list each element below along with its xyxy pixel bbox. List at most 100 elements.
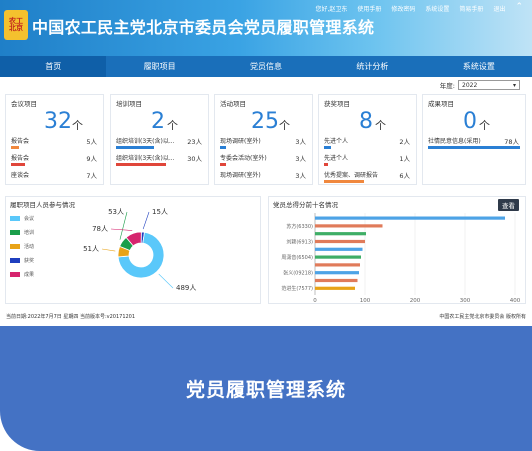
system-settings-link[interactable]: 系统设置 <box>422 3 452 14</box>
list-item[interactable]: 报告会 9人 <box>11 152 97 168</box>
bar <box>315 216 505 220</box>
card-unit: 个 <box>72 119 83 132</box>
row-label: 先进个人 <box>324 155 349 162</box>
card-unit: 个 <box>279 119 290 132</box>
year-select[interactable]: 2022 ▾ <box>458 80 520 90</box>
app-header: 农工 北京 中国农工民主党北京市委员会党员履职管理系统 您好,赵卫东 使用手册 修… <box>0 0 532 56</box>
user-manual-link[interactable]: 使用手册 <box>354 3 384 14</box>
row-label: 专委会活动(室外) <box>220 155 267 162</box>
pie-data-label: 53人 <box>108 208 124 216</box>
bar <box>315 286 355 290</box>
collapse-up-icon[interactable]: ⌃ <box>512 3 526 14</box>
list-item[interactable]: 现场调研(室外) 3人 <box>220 169 306 185</box>
logout-link[interactable]: 退出 <box>490 3 508 14</box>
pie-leader-line <box>158 273 174 289</box>
year-filter: 年度: 2022 ▾ <box>440 80 520 90</box>
card-award[interactable]: 获奖项目 8 个 先进个人 2人 先进个人 1人 优秀提案、调研报告 6人 <box>318 94 417 185</box>
row-label: 优秀提案、调研报告 <box>324 172 379 179</box>
year-value: 2022 <box>462 81 478 89</box>
list-item[interactable]: 社情民意信息(采用) 78人 <box>428 135 520 151</box>
row-value: 1人 <box>399 155 410 163</box>
participation-donut-chart: 15人 489人 51人 53人 78人 <box>83 208 196 292</box>
row-label: 组织培训(3天(含)以... <box>116 155 175 162</box>
bar <box>315 232 366 236</box>
pie-leader-line <box>142 211 150 230</box>
nav-projects[interactable]: 履职项目 <box>106 56 212 77</box>
top-links: 您好,赵卫东 使用手册 修改密码 系统设置 简易手册 退出 ⌃ <box>312 3 526 14</box>
card-training[interactable]: 培训项目 2 个 组织培训(3天(含)以... 23人 组织培训(3天(含)以.… <box>110 94 209 185</box>
row-value: 9人 <box>86 155 97 163</box>
footer-date-version: 当前日期:2022年7月7日 星期四 当前版本号:v20171201 <box>6 314 136 320</box>
y-tick-label: 张义(09218) <box>283 270 313 277</box>
row-value: 78人 <box>504 138 519 146</box>
row-bar <box>116 163 166 166</box>
list-item[interactable]: 组织培训(3天(含)以... 30人 <box>116 152 202 168</box>
pie-data-label: 51人 <box>83 245 99 253</box>
row-value: 30人 <box>187 155 202 163</box>
row-bar <box>324 180 364 183</box>
main-nav: 首页 履职项目 党员信息 统计分析 系统设置 <box>0 56 532 77</box>
pie-leader-line <box>119 211 128 240</box>
nav-members[interactable]: 党员信息 <box>213 56 319 77</box>
change-password-link[interactable]: 修改密码 <box>388 3 418 14</box>
footer-copyright: 中国农工民主党北京市委员会 版权所有 <box>439 314 526 320</box>
pie-data-label: 15人 <box>152 208 168 216</box>
bar <box>315 247 363 251</box>
pie-data-label: 78人 <box>92 225 108 233</box>
card-title: 获奖项目 <box>324 100 350 108</box>
bar <box>315 263 360 267</box>
row-label: 座谈会 <box>11 172 30 179</box>
row-label: 社情民意信息(采用) <box>428 138 481 145</box>
bar <box>315 278 358 283</box>
participation-panel: 履职项目人员参与情况 会议 培训 活动 获奖 成果 15人 489人 51人 53人 7… <box>5 196 261 304</box>
card-count: 2 <box>151 109 165 134</box>
nav-statistics[interactable]: 统计分析 <box>319 56 425 77</box>
row-value: 6人 <box>399 172 410 180</box>
x-tick-label: 100 <box>360 298 371 304</box>
card-count: 32 <box>44 109 72 134</box>
card-title: 成果项目 <box>428 100 454 108</box>
list-item[interactable]: 报告会 5人 <box>11 135 97 151</box>
list-item[interactable]: 现场调研(室外) 3人 <box>220 135 306 151</box>
row-bar <box>220 163 226 166</box>
y-tick-label: 范进生(7577) <box>281 285 313 292</box>
party-logo: 农工 北京 <box>4 10 28 40</box>
list-item[interactable]: 先进个人 1人 <box>324 152 410 168</box>
row-label: 组织培训(3天(含)以... <box>116 138 175 145</box>
top-ten-panel: 党员总得分前十名情况 查看 0 100 200 300 400 苏方(6330) 刘颖(69… <box>268 196 526 304</box>
row-label: 报告会 <box>11 138 30 145</box>
list-item[interactable]: 先进个人 2人 <box>324 135 410 151</box>
pie-leader-line <box>110 228 133 231</box>
card-achievement[interactable]: 成果项目 0 个 社情民意信息(采用) 78人 <box>422 94 526 185</box>
x-tick-label: 400 <box>510 298 521 304</box>
quick-manual-link[interactable]: 简易手册 <box>456 3 486 14</box>
list-item[interactable]: 专委会活动(室外) 3人 <box>220 152 306 168</box>
bar <box>315 224 383 228</box>
row-label: 先进个人 <box>324 138 349 145</box>
list-item[interactable]: 组织培训(3天(含)以... 23人 <box>116 135 202 151</box>
pie-leader-line <box>101 248 116 252</box>
row-bar <box>11 163 25 166</box>
app-title: 中国农工民主党北京市委员会党员履职管理系统 <box>32 18 375 37</box>
y-tick-label: 刘颖(6913) <box>286 238 313 245</box>
row-bar <box>116 146 154 149</box>
row-label: 报告会 <box>11 155 30 162</box>
list-item[interactable]: 优秀提案、调研报告 6人 <box>324 169 410 185</box>
row-bar <box>220 146 226 149</box>
card-meeting[interactable]: 会议项目 32 个 报告会 5人 报告会 9人 座谈会 7人 <box>5 94 104 185</box>
row-bar <box>324 146 331 149</box>
footer-info: 当前日期:2022年7月7日 星期四 当前版本号:v20171201 中国农工民… <box>0 308 532 326</box>
x-tick-label: 200 <box>410 298 421 304</box>
row-bar <box>428 146 520 149</box>
nav-home[interactable]: 首页 <box>0 56 107 77</box>
bar <box>315 255 361 259</box>
nav-settings[interactable]: 系统设置 <box>426 56 532 77</box>
row-value: 3人 <box>295 155 306 163</box>
card-unit: 个 <box>479 119 490 132</box>
y-tick-label: 周潇音(6504) <box>281 254 313 261</box>
card-title: 会议项目 <box>11 100 37 108</box>
list-item[interactable]: 座谈会 7人 <box>11 169 97 185</box>
card-count: 0 <box>463 109 477 134</box>
title-banner: 党员履职管理系统 <box>0 326 532 451</box>
card-activity[interactable]: 活动项目 25 个 现场调研(室外) 3人 专委会活动(室外) 3人 现场调研(… <box>214 94 313 185</box>
